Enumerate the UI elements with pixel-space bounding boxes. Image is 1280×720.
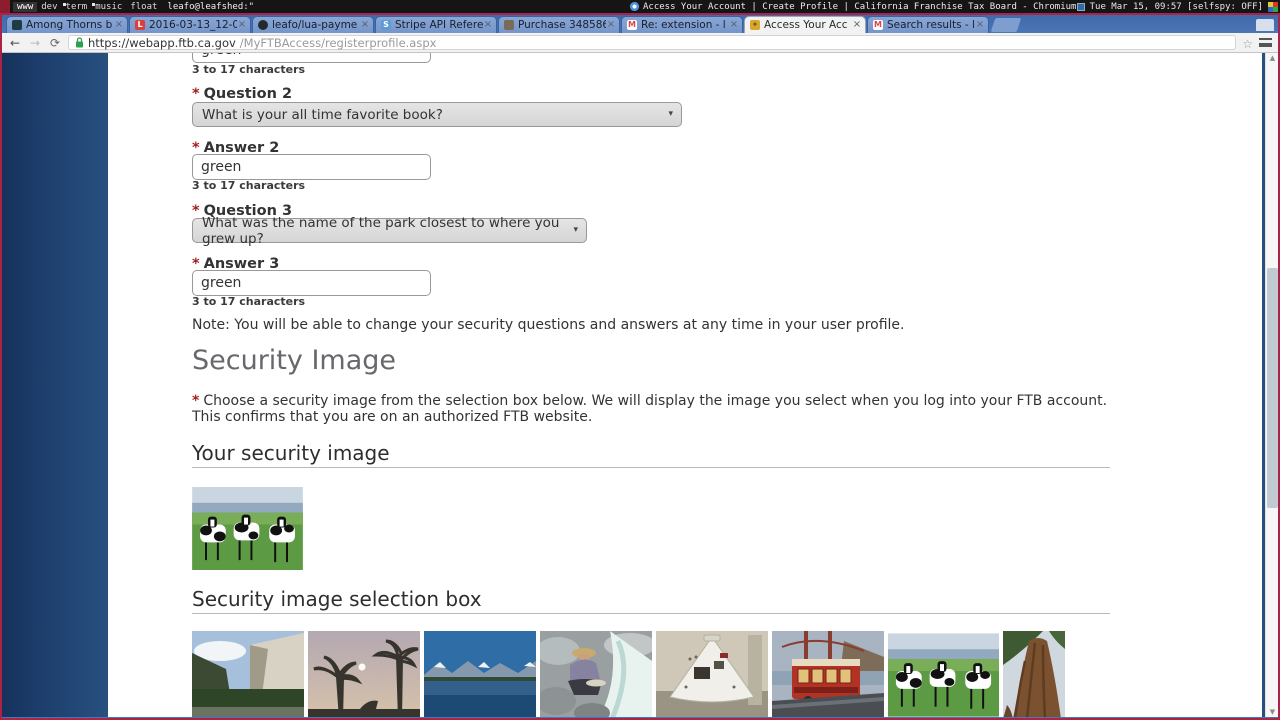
address-bar[interactable]: https://webapp.ftb.ca.gov/MyFTBAccess/re… (68, 35, 1236, 50)
page-viewport: 3 to 17 characters *Question 2 What is y… (2, 53, 1278, 717)
tab-screenshot[interactable]: L 2016-03-13_12-0 (129, 16, 251, 33)
divider (192, 467, 1110, 468)
chevron-down-icon (668, 109, 673, 119)
answer3-input[interactable] (192, 270, 431, 296)
tab-bar: Among Thorns b L 2016-03-13_12-0 leafo/l… (2, 15, 1278, 33)
window-title: Access Your Account | Create Profile | C… (630, 0, 1076, 13)
clock-text: Tue Mar 15, 09:57 [selfspy: OFF] (1090, 2, 1263, 12)
workspace-float[interactable]: float (126, 2, 161, 12)
change-note: Note: You will be able to change your se… (192, 317, 905, 333)
thumb-palms[interactable] (308, 631, 420, 717)
stripe-icon: S (381, 20, 391, 30)
github-icon (258, 20, 268, 30)
tab-gmail-search[interactable]: M Search results - l (867, 16, 989, 33)
screen: www dev term music float leafo@leafshed:… (0, 0, 1280, 720)
ftb-icon: ✦ (750, 20, 760, 30)
tab-gmail-extension[interactable]: M Re: extension - l (621, 16, 743, 33)
workspace-term[interactable]: term (62, 2, 92, 12)
thumb-space-capsule[interactable] (656, 631, 768, 717)
tray-icon[interactable] (1077, 3, 1085, 11)
window-title-text: Access Your Account | Create Profile | C… (643, 2, 1076, 12)
browser-toolbar: https://webapp.ftb.ca.gov/MyFTBAccess/re… (2, 33, 1278, 53)
security-image-selection-box (192, 631, 1065, 717)
reload-button[interactable] (48, 37, 62, 49)
menu-icon[interactable] (1259, 38, 1272, 47)
tab-among-thorns[interactable]: Among Thorns b (6, 16, 128, 33)
tab-close-icon[interactable] (114, 20, 124, 30)
tab-close-icon[interactable] (237, 20, 247, 30)
answer1-hint: 3 to 17 characters (192, 63, 305, 76)
your-security-image-heading: Your security image (192, 441, 390, 465)
system-status-bar: www dev term music float leafo@leafshed:… (0, 0, 1280, 13)
url-path: /MyFTBAccess/registerprofile.aspx (240, 36, 437, 50)
thumb-mountain-lake[interactable] (424, 631, 536, 717)
tab-close-icon[interactable] (852, 20, 862, 30)
tab-close-icon[interactable] (360, 20, 370, 30)
gmail-icon: M (627, 20, 637, 30)
bookmark-star-icon[interactable] (1242, 33, 1253, 52)
thumb-cable-car[interactable] (772, 631, 884, 717)
chromium-window: Among Thorns b L 2016-03-13_12-0 leafo/l… (0, 13, 1280, 720)
answer3-hint: 3 to 17 characters (192, 295, 305, 308)
window-control-button[interactable] (1256, 19, 1274, 31)
answer1-input[interactable] (192, 53, 431, 63)
tab-ftb-active[interactable]: ✦ Access Your Acc (744, 16, 866, 33)
tray-grid-icon[interactable] (1268, 2, 1278, 12)
forward-button (28, 37, 42, 49)
chevron-down-icon (573, 225, 578, 235)
workspace-dev[interactable]: dev (37, 2, 61, 12)
scrollbar[interactable] (1265, 53, 1278, 717)
selection-box-heading: Security image selection box (192, 587, 482, 611)
lightshot-icon: L (135, 20, 145, 30)
tab-purchase[interactable]: Purchase 348586 (498, 16, 620, 33)
question2-select[interactable]: What is your all time favorite book? (192, 102, 682, 127)
divider (192, 613, 1110, 614)
chromium-icon (630, 2, 639, 11)
thumb-cows[interactable] (888, 631, 999, 717)
system-tray: Tue Mar 15, 09:57 [selfspy: OFF] (1077, 0, 1278, 13)
thumb-gold-panner[interactable] (540, 631, 652, 717)
back-button[interactable] (8, 37, 22, 49)
security-image-heading: Security Image (192, 345, 396, 376)
thumb-yosemite[interactable] (192, 631, 304, 717)
tab-close-icon[interactable] (729, 20, 739, 30)
host-label: leafo@leafshed:" (161, 2, 260, 12)
scrollbar-thumb[interactable] (1267, 268, 1278, 508)
tab-github[interactable]: leafo/lua-payme (252, 16, 374, 33)
gmail-icon: M (873, 20, 883, 30)
tab-close-icon[interactable] (483, 20, 493, 30)
current-security-image (192, 487, 303, 570)
tab-close-icon[interactable] (975, 20, 985, 30)
workspace-accent (0, 0, 10, 13)
tab-close-icon[interactable] (606, 20, 616, 30)
new-tab-button[interactable] (991, 18, 1022, 32)
workspace-www[interactable]: www (13, 2, 37, 12)
bandcamp-icon (12, 20, 22, 30)
question3-select[interactable]: What was the name of the park closest to… (192, 218, 587, 243)
scroll-up-icon[interactable] (1266, 54, 1278, 62)
workspace-music[interactable]: music (91, 2, 126, 12)
answer2-hint: 3 to 17 characters (192, 179, 305, 192)
answer2-input[interactable] (192, 154, 431, 180)
scroll-down-icon[interactable] (1266, 708, 1278, 716)
receipt-icon (504, 20, 514, 30)
thumb-redwood[interactable] (1003, 631, 1065, 717)
question2-label: *Question 2 (192, 86, 292, 102)
url-host: https://webapp.ftb.ca.gov (88, 36, 236, 50)
https-lock-icon (75, 37, 84, 48)
content-container: 3 to 17 characters *Question 2 What is y… (108, 53, 1262, 717)
tab-stripe[interactable]: S Stripe API Refere (375, 16, 497, 33)
security-image-description: *Choose a security image from the select… (192, 394, 1110, 425)
